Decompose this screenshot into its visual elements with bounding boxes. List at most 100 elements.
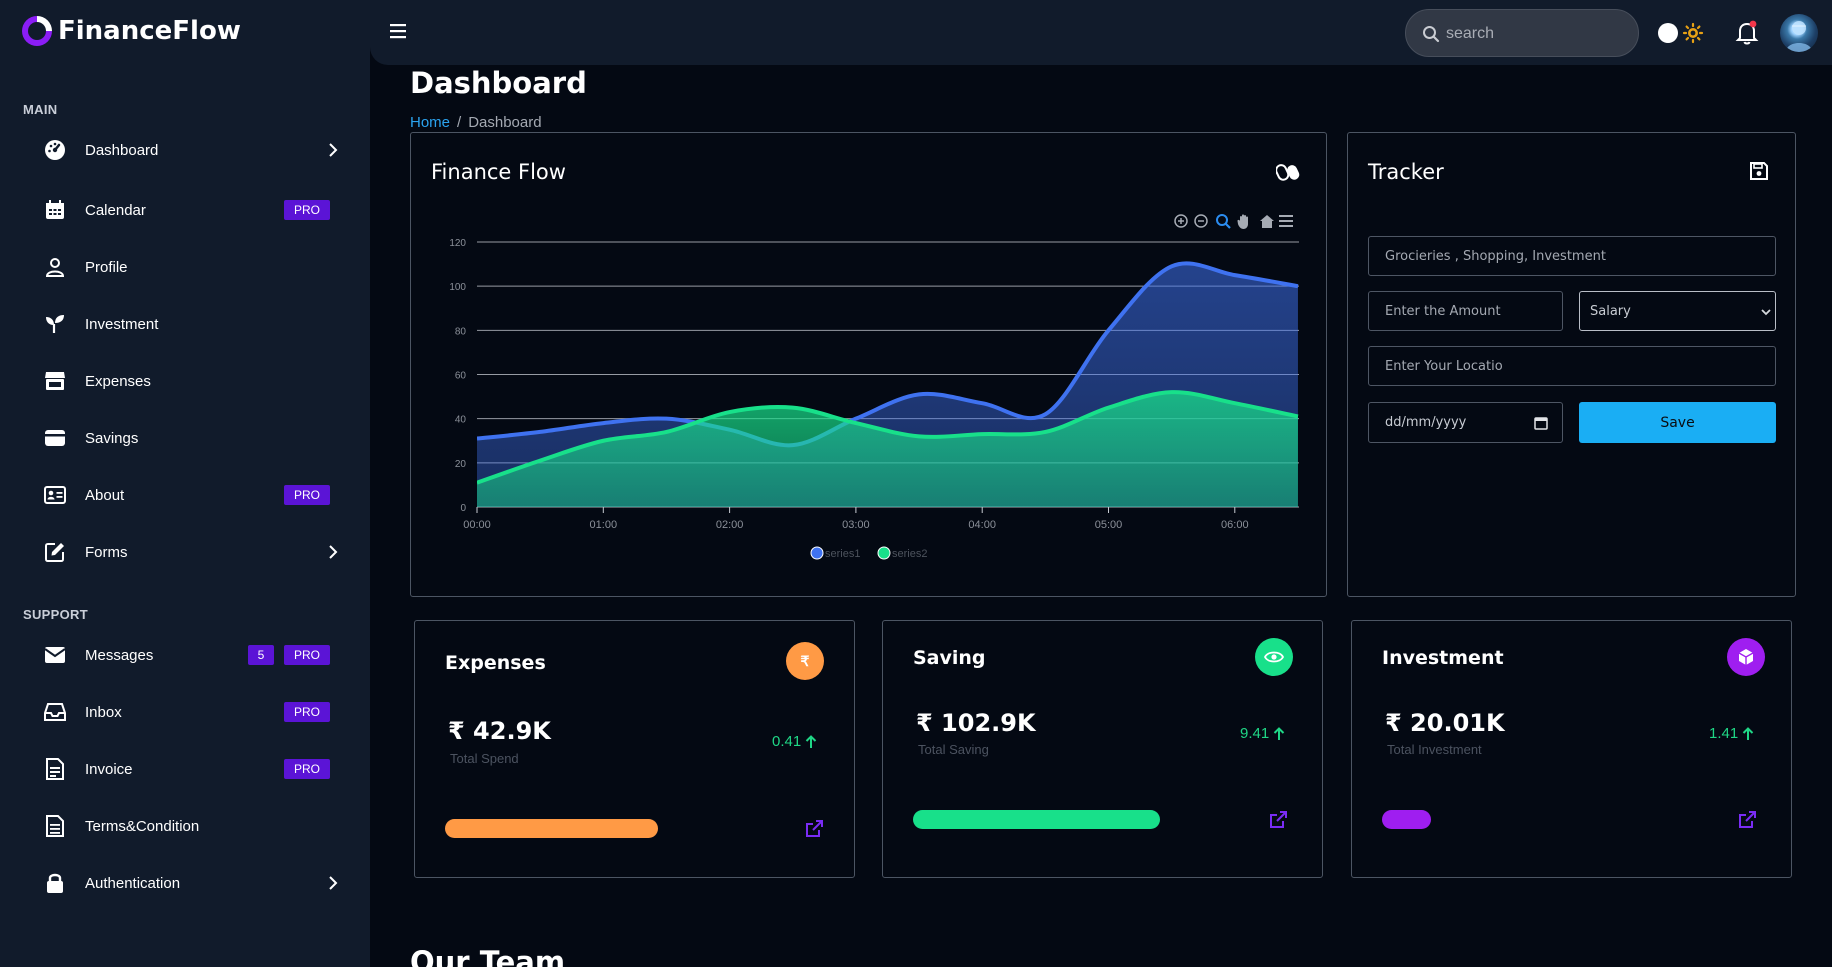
selection-zoom-icon[interactable] (1216, 214, 1231, 229)
y-tick-label: 20 (455, 459, 467, 470)
arrow-up-icon (1742, 726, 1754, 740)
breadcrumb-home-link[interactable]: Home (410, 114, 450, 131)
lock-icon (44, 872, 66, 894)
x-tick-label: 04:00 (968, 519, 996, 531)
topbar (370, 0, 1832, 65)
external-link-icon[interactable] (1268, 810, 1288, 830)
capsules-icon[interactable] (1276, 162, 1300, 182)
legend-marker[interactable] (810, 546, 824, 560)
stat-change: 0.41 (772, 733, 817, 750)
pan-hand-icon[interactable] (1237, 214, 1248, 229)
avatar[interactable] (1780, 14, 1818, 52)
shop-icon (44, 370, 66, 392)
message-count-badge: 5 (248, 645, 274, 665)
sidebar-item-label: About (85, 486, 125, 504)
breadcrumb-current: Dashboard (468, 114, 542, 131)
x-tick-label: 02:00 (716, 519, 744, 531)
edit-icon (44, 541, 66, 563)
pro-badge: PRO (283, 200, 330, 220)
zoom-out-icon[interactable] (1194, 214, 1208, 228)
card-title: Investment (1382, 647, 1504, 669)
search-icon (1423, 26, 1440, 43)
amount-input[interactable] (1368, 291, 1563, 331)
stat-value: ₹ 20.01K (1385, 709, 1505, 737)
eye-icon (1255, 638, 1293, 676)
invoice-icon (44, 758, 66, 780)
sidebar-item-investment[interactable]: Investment (0, 302, 370, 346)
stat-change-value: 9.41 (1240, 725, 1270, 742)
brand[interactable]: FinanceFlow (22, 16, 241, 46)
notification-bell[interactable] (1735, 20, 1759, 46)
id-card-icon (44, 484, 66, 506)
chevron-right-icon (329, 143, 338, 157)
calendar-picker-icon (1534, 417, 1548, 430)
sidebar-item-profile[interactable]: Profile (0, 245, 370, 289)
stat-change: 9.41 (1240, 725, 1285, 742)
floppy-disk-icon[interactable] (1749, 161, 1769, 181)
external-link-icon[interactable] (1737, 810, 1757, 830)
sidebar-item-expenses[interactable]: Expenses (0, 359, 370, 403)
stat-value: ₹ 42.9K (448, 717, 551, 745)
card-title: Tracker (1368, 160, 1444, 184)
sidebar-item-label: Terms&Condition (85, 817, 200, 835)
arrow-up-icon (805, 734, 817, 748)
y-tick-label: 0 (460, 503, 466, 514)
sidebar-item-savings[interactable]: Savings (0, 416, 370, 460)
tracker-card: Tracker Salary dd/mm/yyyy Save (1347, 132, 1796, 597)
breadcrumb-separator: / (457, 114, 462, 131)
sidebar-item-label: Dashboard (85, 141, 159, 159)
sidebar-item-label: Messages (85, 646, 154, 664)
save-button[interactable]: Save (1579, 402, 1776, 443)
category-input[interactable] (1368, 236, 1776, 276)
section-label-support: SUPPORT (23, 607, 88, 622)
external-link-icon[interactable] (804, 819, 824, 839)
sidebar-item-messages[interactable]: Messages 5 PRO (0, 633, 370, 677)
sprout-icon (44, 313, 66, 335)
legend-marker[interactable] (877, 546, 891, 560)
pro-badge: PRO (283, 485, 330, 505)
hamburger-menu-icon[interactable] (388, 20, 410, 42)
legend-label[interactable]: series1 (825, 548, 860, 560)
sidebar-item-forms[interactable]: Forms (0, 530, 370, 574)
card-title: Expenses (445, 652, 546, 674)
sidebar-item-authentication[interactable]: Authentication (0, 861, 370, 905)
page-title: Dashboard (410, 66, 587, 100)
sidebar-item-inbox[interactable]: Inbox PRO (0, 690, 370, 734)
y-tick-label: 80 (455, 326, 467, 337)
pro-badge: PRO (283, 645, 330, 665)
inbox-icon (44, 701, 66, 723)
arrow-up-icon (1273, 726, 1285, 740)
reset-home-icon[interactable] (1260, 215, 1274, 228)
sidebar-item-dashboard[interactable]: Dashboard (0, 128, 370, 172)
envelope-icon (44, 644, 66, 666)
sidebar-item-terms[interactable]: Terms&Condition (0, 804, 370, 848)
theme-toggle[interactable] (1657, 20, 1705, 46)
saving-card: Saving ₹ 102.9K Total Saving 9.41 (882, 620, 1323, 878)
search-input[interactable] (1446, 22, 1626, 46)
sidebar-item-label: Authentication (85, 874, 181, 892)
cube-icon (1727, 638, 1765, 676)
location-input[interactable] (1368, 346, 1776, 386)
sidebar-item-label: Invoice (85, 760, 133, 778)
user-icon (44, 256, 66, 278)
brand-logo-icon (22, 16, 52, 46)
chart-menu-icon[interactable] (1279, 215, 1293, 227)
our-team-heading: Our Team (410, 945, 566, 967)
type-select-value: Salary (1590, 303, 1631, 319)
pro-badge: PRO (283, 702, 330, 722)
legend-label[interactable]: series2 (892, 548, 927, 560)
sidebar-item-about[interactable]: About PRO (0, 473, 370, 517)
chevron-down-icon (1761, 309, 1771, 316)
sidebar: FinanceFlow MAIN Dashboard Calendar PRO … (0, 0, 370, 967)
finance-flow-card: Finance Flow 0 20 40 60 80 100 120 00:00 01:00 0… (410, 132, 1327, 597)
type-select[interactable]: Salary (1579, 291, 1776, 331)
sidebar-item-label: Calendar (85, 201, 146, 219)
zoom-in-icon[interactable] (1174, 214, 1188, 228)
chevron-right-icon (329, 876, 338, 890)
y-tick-label: 40 (455, 415, 467, 426)
x-tick-label: 05:00 (1095, 519, 1123, 531)
date-input[interactable]: dd/mm/yyyy (1368, 402, 1563, 443)
sidebar-item-calendar[interactable]: Calendar PRO (0, 188, 370, 232)
sidebar-item-invoice[interactable]: Invoice PRO (0, 747, 370, 791)
y-tick-label: 120 (449, 238, 466, 249)
